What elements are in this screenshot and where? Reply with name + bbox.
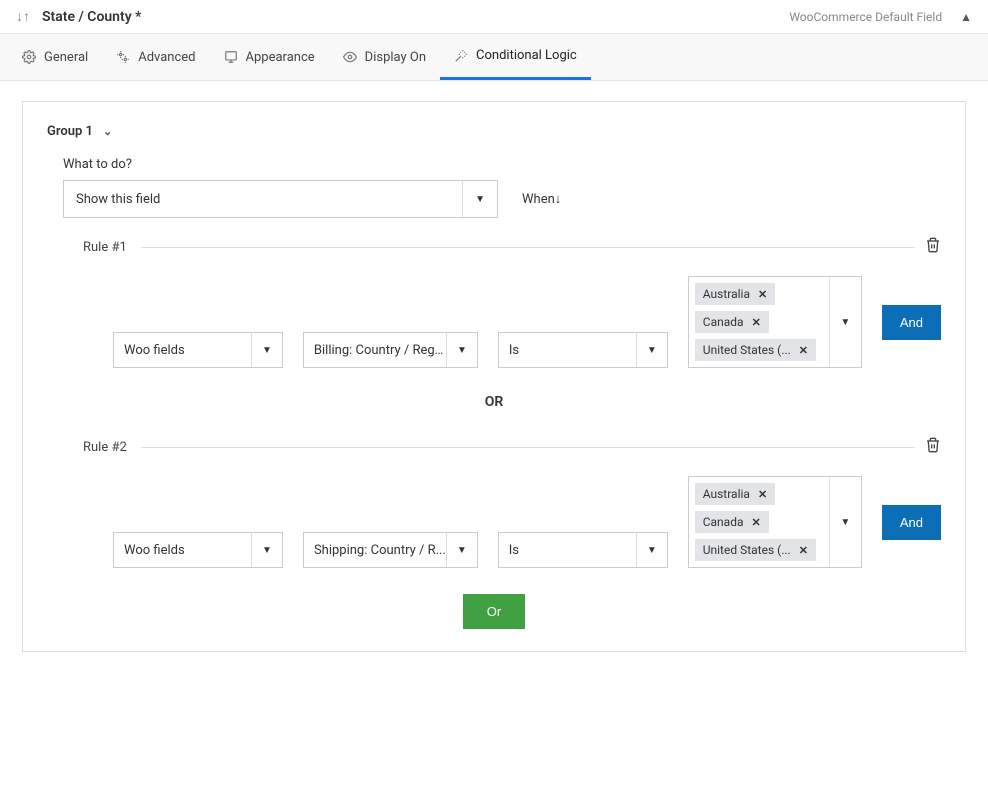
remove-chip-icon[interactable]: ✕ <box>752 316 761 329</box>
trash-icon[interactable] <box>925 436 941 458</box>
chip: Australia ✕ <box>695 283 775 305</box>
source-select[interactable]: Woo fields ▼ <box>113 532 283 568</box>
caret-down-icon[interactable]: ▼ <box>829 477 861 567</box>
tab-label: General <box>44 50 88 65</box>
values-multiselect[interactable]: Australia ✕ Canada ✕ United States (... ✕ ▼ <box>688 276 862 368</box>
source-value: Woo fields <box>124 343 185 358</box>
chip: Canada ✕ <box>695 511 769 533</box>
action-select[interactable]: Show this field ▼ <box>63 180 498 218</box>
gear-icon <box>22 50 36 64</box>
divider <box>141 447 915 448</box>
chip-label: Canada <box>703 515 744 529</box>
action-value: Show this field <box>76 192 160 207</box>
remove-chip-icon[interactable]: ✕ <box>799 344 808 357</box>
appearance-icon <box>224 50 238 64</box>
tab-appearance[interactable]: Appearance <box>210 34 329 80</box>
field-value: Shipping: Country / R... <box>314 543 446 558</box>
values-multiselect[interactable]: Australia ✕ Canada ✕ United States (... ✕ ▼ <box>688 476 862 568</box>
tab-advanced[interactable]: Advanced <box>102 34 209 80</box>
group-header[interactable]: Group 1 ⌄ <box>47 124 941 139</box>
gears-icon <box>116 50 130 64</box>
divider <box>141 247 915 248</box>
tab-display-on[interactable]: Display On <box>329 34 440 80</box>
field-select[interactable]: Shipping: Country / R...▼ <box>303 532 478 568</box>
tab-conditional-logic[interactable]: Conditional Logic <box>440 34 591 80</box>
caret-down-icon: ▼ <box>251 333 272 367</box>
what-to-do-label: What to do? <box>63 157 941 172</box>
chip-label: United States (... <box>703 343 791 357</box>
and-button[interactable]: And <box>882 505 941 540</box>
or-button[interactable]: Or <box>463 594 525 629</box>
tab-label: Conditional Logic <box>476 48 577 63</box>
or-divider: OR <box>47 394 941 410</box>
field-title: State / County * <box>42 9 789 25</box>
chip: United States (... ✕ <box>695 339 816 361</box>
chip: United States (... ✕ <box>695 539 816 561</box>
field-meta: WooCommerce Default Field <box>789 10 942 24</box>
when-label: When↓ <box>522 191 561 207</box>
operator-select[interactable]: Is ▼ <box>498 532 668 568</box>
caret-down-icon: ▼ <box>636 333 657 367</box>
operator-select[interactable]: Is ▼ <box>498 332 668 368</box>
tab-label: Display On <box>365 50 426 65</box>
chip-label: Canada <box>703 315 744 329</box>
rule-block: Rule #1 Woo fields ▼ Billing: Country / R… <box>83 236 941 368</box>
remove-chip-icon[interactable]: ✕ <box>752 516 761 529</box>
rule-title: Rule #1 <box>83 240 127 255</box>
remove-chip-icon[interactable]: ✕ <box>799 544 808 557</box>
operator-value: Is <box>509 343 519 358</box>
rule-block: Rule #2 Woo fields ▼ Shipping: Country / … <box>83 436 941 568</box>
eye-icon <box>343 50 357 64</box>
collapse-icon[interactable]: ▲ <box>960 10 972 24</box>
caret-down-icon: ▼ <box>251 533 272 567</box>
source-select[interactable]: Woo fields ▼ <box>113 332 283 368</box>
chip: Canada ✕ <box>695 311 769 333</box>
group-label: Group 1 <box>47 124 93 139</box>
drag-handle-icon[interactable]: ↓↑ <box>16 8 30 25</box>
caret-down-icon: ▼ <box>446 533 467 567</box>
trash-icon[interactable] <box>925 236 941 258</box>
remove-chip-icon[interactable]: ✕ <box>758 288 767 301</box>
chip-label: United States (... <box>703 543 791 557</box>
caret-down-icon: ▼ <box>462 181 485 217</box>
and-button[interactable]: And <box>882 305 941 340</box>
chevron-down-icon: ⌄ <box>103 125 112 138</box>
operator-value: Is <box>509 543 519 558</box>
conditional-panel: Group 1 ⌄ What to do? Show this field ▼ … <box>22 101 966 652</box>
wand-icon <box>454 49 468 63</box>
field-select[interactable]: Billing: Country / Regi...▼ <box>303 332 478 368</box>
caret-down-icon: ▼ <box>446 333 467 367</box>
source-value: Woo fields <box>124 543 185 558</box>
tab-label: Advanced <box>138 50 195 65</box>
chip: Australia ✕ <box>695 483 775 505</box>
caret-down-icon: ▼ <box>636 533 657 567</box>
field-value: Billing: Country / Regi... <box>314 343 446 358</box>
remove-chip-icon[interactable]: ✕ <box>758 488 767 501</box>
tab-general[interactable]: General <box>8 34 102 80</box>
tab-label: Appearance <box>246 50 315 65</box>
field-header: ↓↑ State / County * WooCommerce Default … <box>0 0 988 34</box>
rule-title: Rule #2 <box>83 440 127 455</box>
caret-down-icon[interactable]: ▼ <box>829 277 861 367</box>
chip-label: Australia <box>703 287 750 301</box>
tabs-bar: General Advanced Appearance Display On C… <box>0 34 988 81</box>
chip-label: Australia <box>703 487 750 501</box>
